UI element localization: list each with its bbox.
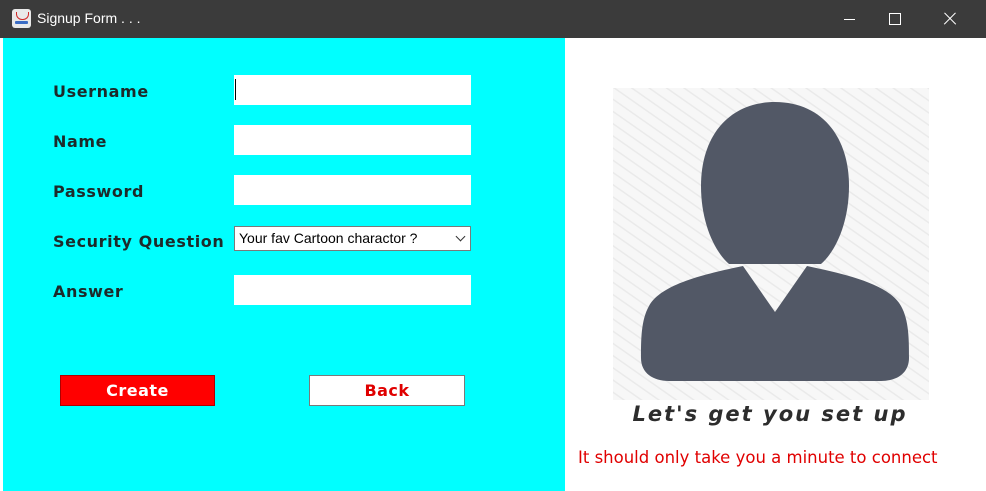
answer-label: Answer	[53, 282, 124, 301]
maximize-button[interactable]	[872, 0, 918, 38]
minimize-button[interactable]	[826, 0, 872, 38]
java-cup-icon	[12, 9, 31, 28]
name-input[interactable]	[234, 125, 471, 155]
signup-form-panel: Username Name Password Security Question…	[3, 38, 565, 491]
chevron-down-icon	[455, 231, 466, 242]
tagline: Let's get you set up	[632, 402, 908, 426]
security-question-label: Security Question	[53, 232, 225, 251]
back-button[interactable]: Back	[309, 375, 465, 406]
username-label: Username	[53, 82, 149, 101]
create-button[interactable]: Create	[60, 375, 215, 406]
name-label: Name	[53, 132, 108, 151]
answer-input[interactable]	[234, 275, 471, 305]
subline: It should only take you a minute to conn…	[578, 448, 938, 467]
title-bar[interactable]: Signup Form . . .	[0, 0, 986, 38]
window-title: Signup Form . . .	[37, 10, 141, 26]
security-question-dropdown[interactable]: Your fav Cartoon charactor ?	[234, 226, 471, 251]
username-input[interactable]	[234, 75, 471, 105]
user-silhouette-icon	[613, 88, 929, 400]
password-input[interactable]	[234, 175, 471, 205]
password-label: Password	[53, 182, 145, 201]
avatar-head	[701, 102, 849, 264]
security-question-selected: Your fav Cartoon charactor ?	[239, 230, 418, 246]
close-button[interactable]	[930, 0, 976, 38]
text-caret	[235, 79, 236, 100]
